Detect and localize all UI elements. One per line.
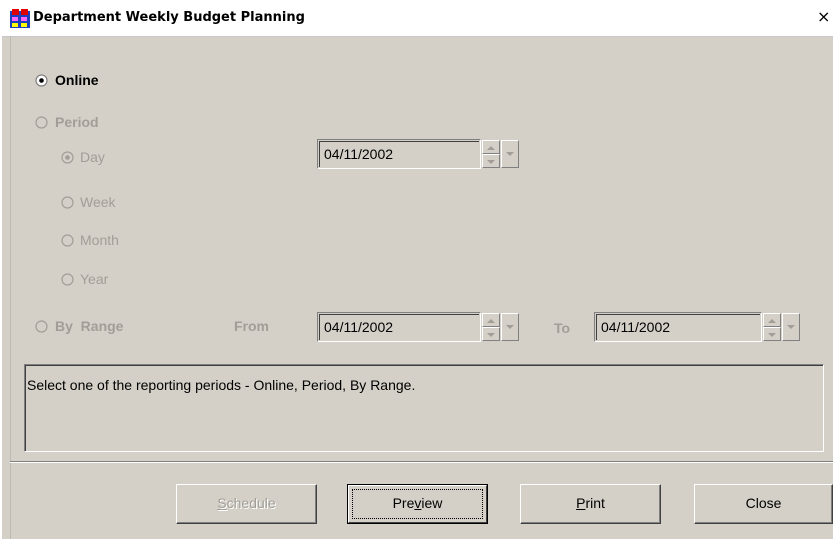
chevron-down-icon[interactable] [782, 313, 800, 341]
day-date-value: 04/11/2002 [324, 146, 394, 162]
day-date-field[interactable]: 04/11/2002 [317, 139, 481, 169]
print-label: Print [576, 495, 605, 511]
month-label: Month [80, 232, 119, 248]
title-bar: Department Weekly Budget Planning × [0, 0, 833, 37]
day-label: Day [80, 149, 105, 165]
by-range-label: By Range [55, 318, 124, 334]
online-label: Online [55, 72, 99, 88]
close-label: Close [745, 495, 782, 511]
from-label: From [234, 318, 269, 334]
preview-button[interactable]: Preview [347, 484, 488, 524]
chevron-down-icon[interactable] [501, 313, 519, 341]
schedule-label: Schedule [217, 495, 276, 511]
window-frame-inner [10, 36, 11, 539]
close-icon[interactable]: × [817, 8, 833, 26]
message-box: Select one of the reporting periods - On… [24, 364, 824, 452]
chevron-down-icon[interactable] [501, 140, 519, 168]
schedule-button[interactable]: Schedule [176, 484, 317, 524]
close-button[interactable]: Close [694, 484, 833, 524]
week-label: Week [80, 194, 116, 210]
month-radio[interactable] [61, 234, 74, 247]
year-radio[interactable] [61, 273, 74, 286]
spin-updown-icon[interactable] [482, 313, 500, 341]
from-date-picker[interactable]: 04/11/2002 [317, 312, 527, 344]
preview-label: Preview [392, 495, 443, 511]
period-label: Period [55, 114, 99, 130]
to-date-field[interactable]: 04/11/2002 [594, 312, 762, 342]
spin-updown-icon[interactable] [763, 313, 781, 341]
window-title: Department Weekly Budget Planning [33, 10, 305, 25]
day-date-picker[interactable]: 04/11/2002 [317, 139, 527, 171]
year-label: Year [80, 271, 109, 287]
window-frame [0, 36, 2, 539]
spin-updown-icon[interactable] [482, 140, 500, 168]
print-button[interactable]: Print [520, 484, 661, 524]
to-date-value: 04/11/2002 [601, 319, 671, 335]
from-date-field[interactable]: 04/11/2002 [317, 312, 481, 342]
message-text: Select one of the reporting periods - On… [27, 377, 416, 393]
to-label: To [554, 320, 571, 336]
app-window-icon [10, 9, 30, 29]
day-radio[interactable] [61, 151, 74, 164]
online-radio[interactable] [35, 74, 48, 87]
from-date-value: 04/11/2002 [324, 319, 394, 335]
to-date-picker[interactable]: 04/11/2002 [594, 312, 810, 344]
period-radio[interactable] [35, 116, 48, 129]
week-radio[interactable] [61, 196, 74, 209]
by-range-radio[interactable] [35, 320, 48, 333]
separator-highlight [10, 462, 833, 463]
